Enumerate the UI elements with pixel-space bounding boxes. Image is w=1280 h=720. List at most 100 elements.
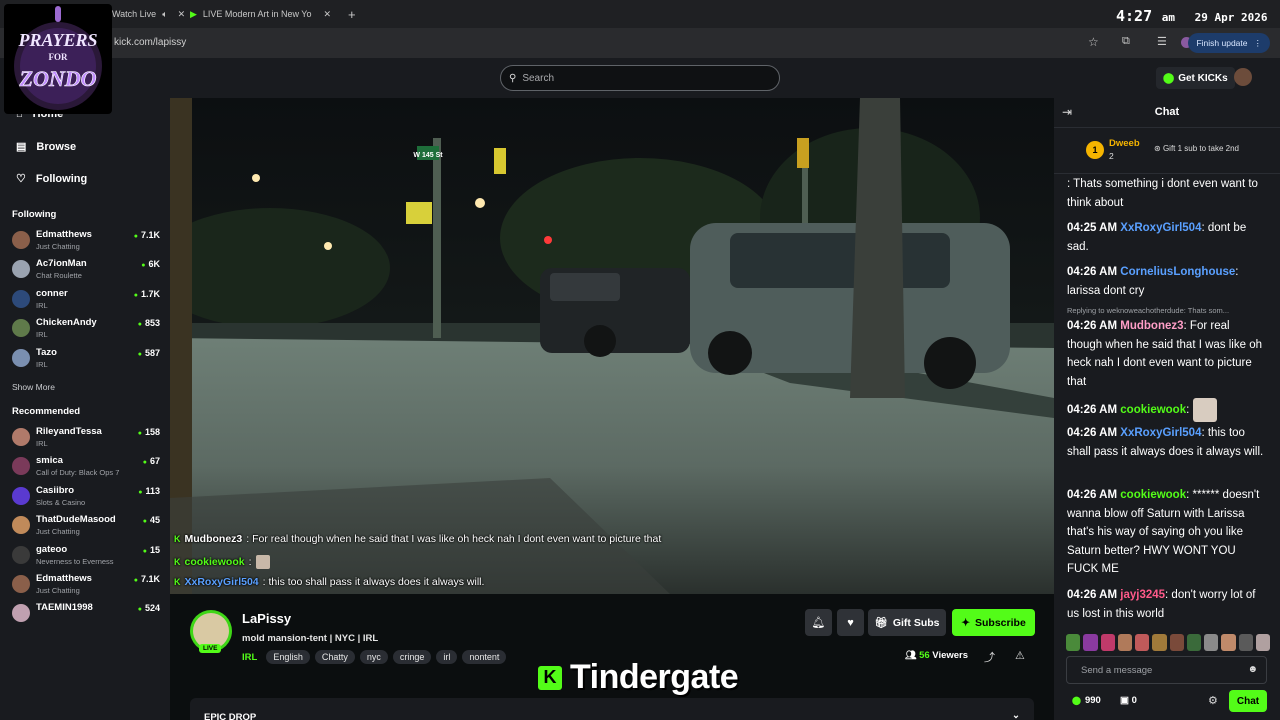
close-tab-icon[interactable]: ✕: [178, 9, 186, 20]
following-channel[interactable]: connerIRL 1.7K: [12, 288, 162, 316]
chat-username[interactable]: cookiewook: [1120, 404, 1186, 416]
emote-row: [1066, 634, 1270, 652]
recommended-channel[interactable]: ThatDudeMasoodJust Chatting 45: [12, 514, 162, 542]
nav-following[interactable]: ♡ Following: [16, 172, 87, 186]
chat-timestamp: 04:26 AM: [1067, 589, 1118, 601]
stream-tag[interactable]: Chatty: [314, 650, 355, 664]
notify-button[interactable]: 🔔︎: [805, 609, 832, 636]
nav-browse[interactable]: ▤ Browse: [16, 140, 77, 154]
channel-category: IRL: [36, 439, 48, 448]
channel-avatar: [12, 319, 30, 338]
chat-message: 04:26 AM Mudbonez3: For real though when…: [1067, 317, 1267, 391]
recommended-channel[interactable]: CasiibroSlots & Casino 113: [12, 485, 162, 513]
get-kicks-button[interactable]: ⬤ Get KICKs: [1156, 67, 1235, 89]
tab-title: LIVE Modern Art in New Yo: [202, 9, 312, 19]
emote-icon[interactable]: [1255, 634, 1270, 651]
street-sign-text: W 145 St: [413, 152, 443, 159]
gift-subs-button[interactable]: 🎁︎ Gift Subs: [868, 609, 946, 636]
recommended-channel[interactable]: TAEMIN1998 524: [12, 602, 162, 630]
url-field[interactable]: kick.com/lapissy: [114, 37, 186, 48]
overlay-word: Tindergate: [570, 658, 739, 696]
emote-icon[interactable]: [1152, 634, 1167, 651]
chevron-down-icon[interactable]: ⌄: [1012, 710, 1020, 720]
stream-tag[interactable]: nontent: [462, 650, 507, 664]
gift-prompt[interactable]: ⊛ Gift 1 sub to take 2nd: [1154, 144, 1239, 153]
gift-icon: 🎁︎: [874, 617, 888, 629]
new-tab-icon[interactable]: +: [348, 4, 356, 24]
following-channel[interactable]: TazoIRL 587: [12, 347, 162, 375]
chat-username[interactable]: cookiewook: [1120, 489, 1186, 501]
chat-username[interactable]: XxRoxyGirl504: [1120, 222, 1201, 234]
report-icon[interactable]: ⚠: [1015, 649, 1025, 662]
recommended-channel[interactable]: RileyandTessa IRL 158: [12, 426, 162, 454]
share-icon[interactable]: ⤴: [984, 649, 995, 665]
channel-avatar: [12, 231, 30, 249]
stream-tag[interactable]: English: [266, 650, 310, 664]
menu-list-icon[interactable]: ☰: [1157, 35, 1167, 48]
overlay-chat-user: cookiewook: [184, 556, 245, 568]
emote-icon[interactable]: [1204, 634, 1219, 651]
rank-badge: 1: [1086, 141, 1104, 159]
chat-input[interactable]: Send a message ☻: [1066, 656, 1267, 684]
chat-text: :: [1186, 404, 1190, 417]
following-channel[interactable]: Edmatthews Just Chatting 7.1K: [12, 229, 162, 257]
subscribe-button[interactable]: ✦ Subscribe: [952, 609, 1035, 636]
stream-tag[interactable]: irl: [436, 650, 458, 664]
emote-icon[interactable]: [1221, 634, 1236, 651]
search-input[interactable]: ⚲ Search: [500, 65, 780, 91]
extensions-icon[interactable]: ⧉: [1122, 35, 1130, 48]
chat-username[interactable]: XxRoxyGirl504: [1120, 427, 1201, 439]
emote-icon[interactable]: [1117, 634, 1132, 651]
emote-icon[interactable]: [1135, 634, 1150, 651]
epic-drop-panel[interactable]: EPIC DROP ⌄: [190, 698, 1034, 720]
stream-tag[interactable]: nyc: [359, 650, 388, 664]
chat-timestamp: 04:26 AM: [1067, 266, 1118, 278]
chat-username[interactable]: Mudbonez3: [1120, 320, 1183, 332]
emote-icon[interactable]: [1100, 634, 1115, 651]
user-avatar[interactable]: [1234, 68, 1252, 86]
recommended-channel[interactable]: gateooNeverness to Everness 15: [12, 544, 162, 572]
emote-icon[interactable]: [1169, 634, 1184, 651]
reply-note: Replying to weknoweachotherdude: Thats s…: [1067, 306, 1230, 315]
chat-message: 04:26 AM XxRoxyGirl504: this too shall p…: [1067, 424, 1267, 461]
gear-icon[interactable]: ⚙: [1208, 694, 1218, 707]
prayers-logo-art: PRAYERS FOR ZONDO: [14, 6, 102, 110]
channel-avatar: [12, 545, 30, 564]
category-link[interactable]: IRL: [242, 652, 257, 663]
people-icon: 👥︎: [905, 650, 917, 660]
channel-viewers: 7.1K: [134, 574, 160, 584]
gift-box-icon: ▣: [1120, 695, 1129, 706]
speaker-icon: 🔈︎: [162, 8, 168, 19]
emoji-icon[interactable]: ☻: [1247, 664, 1258, 675]
nav-browse-label: Browse: [36, 140, 77, 153]
kick-badge-icon: K: [174, 534, 181, 544]
browser-tab[interactable]: Watch Live 🔈︎ ✕: [112, 4, 185, 24]
emote-icon[interactable]: [1066, 634, 1081, 651]
video-frame: W 145 St: [170, 98, 1054, 594]
gift-count: ▣ 0: [1120, 695, 1137, 706]
show-more-link[interactable]: Show More: [12, 382, 55, 392]
browser-tab[interactable]: ▶ LIVE Modern Art in New Yo ✕: [190, 4, 331, 24]
leader-name[interactable]: Dweeb: [1109, 138, 1140, 149]
chat-username[interactable]: jayj3245: [1120, 589, 1165, 601]
video-player[interactable]: W 145 St: [170, 98, 1054, 594]
chat-send-button[interactable]: Chat: [1229, 690, 1267, 712]
channel-name: Casiibro: [36, 484, 75, 496]
gift-prompt-text: Gift 1 sub to take 2nd: [1162, 144, 1239, 153]
following-channel[interactable]: Ac7ionManChat Roulette 6K: [12, 258, 162, 286]
close-tab-icon[interactable]: ✕: [323, 9, 331, 20]
emote-icon[interactable]: [1186, 634, 1201, 651]
channel-name: Ac7ionMan: [36, 258, 87, 270]
recommended-channel[interactable]: smicaCall of Duty: Black Ops 7 67: [12, 455, 162, 483]
emote-icon[interactable]: [1238, 634, 1253, 651]
emote-icon[interactable]: [1083, 634, 1098, 651]
kick-badge-icon: K: [174, 557, 181, 567]
following-channel[interactable]: ChickenAndyIRL 853: [12, 317, 162, 345]
follow-button[interactable]: ♥: [837, 609, 864, 636]
chat-username[interactable]: CorneliusLonghouse: [1120, 266, 1235, 278]
streamer-name[interactable]: LaPissy: [242, 611, 291, 626]
star-icon[interactable]: ☆: [1088, 35, 1099, 49]
stream-tag[interactable]: cringe: [392, 650, 432, 664]
recommended-channel[interactable]: Edmatthews Just Chatting 7.1K: [12, 573, 162, 601]
finish-update-button[interactable]: Finish update ⋮: [1188, 33, 1270, 53]
